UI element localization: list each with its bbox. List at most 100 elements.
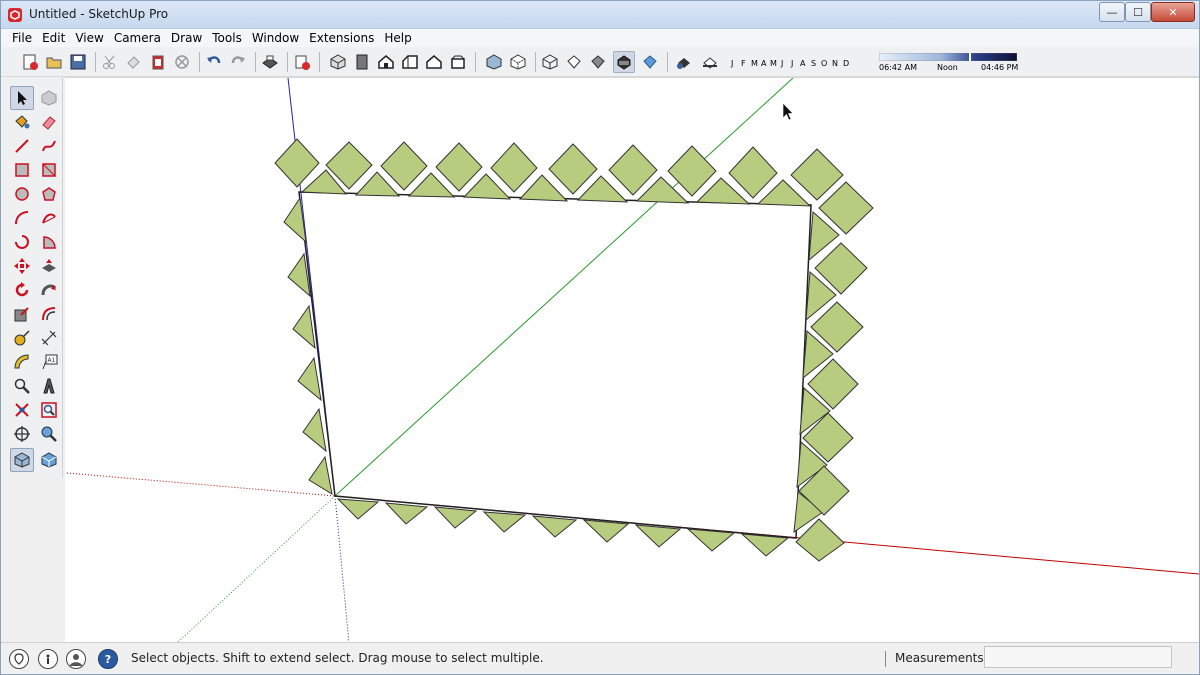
redo-button[interactable] <box>227 51 249 73</box>
menu-extensions[interactable]: Extensions <box>304 31 379 45</box>
erase-icon <box>175 55 189 69</box>
paste-button[interactable] <box>147 51 169 73</box>
maximize-button[interactable]: ☐ <box>1125 2 1151 22</box>
month-label: S <box>811 59 817 68</box>
zoom-extents-tool[interactable] <box>37 398 61 422</box>
dimension-tool[interactable] <box>37 326 61 350</box>
scale-tool[interactable] <box>10 302 34 326</box>
arc-2point-tool[interactable] <box>37 230 61 254</box>
menu-tools[interactable]: Tools <box>207 31 247 45</box>
rotate-tool[interactable] <box>10 278 34 302</box>
section-plane-tool[interactable] <box>10 448 34 472</box>
menu-window[interactable]: Window <box>247 31 304 45</box>
freehand-tool[interactable] <box>37 134 61 158</box>
menu-edit[interactable]: Edit <box>37 31 70 45</box>
left-view-button[interactable] <box>447 51 469 73</box>
front-view-button[interactable] <box>375 51 397 73</box>
frame-shapes <box>274 138 874 562</box>
sketchup-window: Untitled - SketchUp Pro — ☐ ✕ File Edit … <box>0 0 1200 675</box>
protractor-tool[interactable] <box>10 350 34 374</box>
3d-text-tool[interactable] <box>37 374 61 398</box>
line-tool[interactable] <box>10 134 34 158</box>
shaded-textures-button[interactable] <box>613 51 635 73</box>
tape-measure-tool[interactable] <box>10 326 34 350</box>
status-bar: ? Select objects. Shift to extend select… <box>1 642 1199 674</box>
geo-location-button[interactable] <box>9 649 29 669</box>
shaded-button[interactable] <box>587 51 609 73</box>
paint-bucket-tool[interactable] <box>10 110 34 134</box>
wireframe-button[interactable] <box>539 51 561 73</box>
instructor-button[interactable]: ? <box>98 649 118 669</box>
protractor-icon <box>14 354 29 369</box>
eraser-tool[interactable] <box>37 110 61 134</box>
menu-camera[interactable]: Camera <box>109 31 166 45</box>
menu-help[interactable]: Help <box>379 31 416 45</box>
triangle <box>740 533 790 557</box>
look-around-icon <box>41 426 57 442</box>
cut-button[interactable] <box>99 51 121 73</box>
back-view-button[interactable] <box>423 51 445 73</box>
drawing-viewport[interactable] <box>65 77 1199 642</box>
arc-3point-tool[interactable] <box>37 206 61 230</box>
iso-view-button[interactable] <box>327 51 349 73</box>
offset-icon <box>42 307 56 321</box>
component-icon <box>41 90 57 106</box>
measurements-label: Measurements <box>895 651 984 665</box>
menu-draw[interactable]: Draw <box>166 31 207 45</box>
undo-button[interactable] <box>203 51 225 73</box>
print-button[interactable] <box>259 51 281 73</box>
component-tool[interactable] <box>37 86 61 110</box>
credits-button[interactable] <box>38 649 58 669</box>
rectangle-tool[interactable] <box>10 158 34 182</box>
pie-tool[interactable] <box>10 230 34 254</box>
open-button[interactable] <box>43 51 65 73</box>
minimize-button[interactable]: — <box>1099 2 1125 22</box>
circle-tool[interactable] <box>10 182 34 206</box>
wireframe-icon <box>542 54 558 70</box>
close-button[interactable]: ✕ <box>1151 2 1195 22</box>
triangle <box>686 528 736 552</box>
back-edges-button[interactable] <box>507 51 529 73</box>
toolbar-separator <box>319 52 320 72</box>
push-pull-tool[interactable] <box>37 254 61 278</box>
triangle <box>336 498 380 520</box>
position-camera-tool[interactable] <box>10 422 34 446</box>
hidden-line-icon <box>567 55 581 69</box>
copy-button[interactable] <box>123 51 145 73</box>
month-label: A <box>800 59 806 68</box>
model-info-button[interactable] <box>291 51 313 73</box>
top-view-button[interactable] <box>351 51 373 73</box>
month-label: N <box>832 59 838 68</box>
sign-in-button[interactable] <box>66 649 86 669</box>
offset-tool[interactable] <box>37 302 61 326</box>
text-tool[interactable]: A1 <box>37 350 61 374</box>
move-tool[interactable] <box>10 254 34 278</box>
zoom-extents-icon <box>41 402 57 418</box>
hidden-line-button[interactable] <box>563 51 585 73</box>
shadows-button[interactable] <box>673 51 695 73</box>
menu-file[interactable]: File <box>7 31 37 45</box>
warehouse-tool[interactable] <box>37 448 61 472</box>
select-tool[interactable] <box>10 86 34 110</box>
measurements-input[interactable] <box>984 646 1172 668</box>
fog-button[interactable] <box>699 51 721 73</box>
rotated-rect-tool[interactable] <box>37 158 61 182</box>
monochrome-button[interactable] <box>639 51 661 73</box>
follow-me-tool[interactable] <box>37 278 61 302</box>
axes-tool[interactable] <box>10 374 34 398</box>
help-icon: ? <box>104 652 112 666</box>
zoom-window-tool[interactable] <box>10 398 34 422</box>
right-view-button[interactable] <box>399 51 421 73</box>
month-label: J <box>731 59 734 68</box>
polygon-tool[interactable] <box>37 182 61 206</box>
month-label: O <box>821 59 828 68</box>
erase-button[interactable] <box>171 51 193 73</box>
save-button[interactable] <box>67 51 89 73</box>
new-button[interactable] <box>19 51 41 73</box>
model-canvas[interactable] <box>65 78 1199 642</box>
menu-view[interactable]: View <box>70 31 108 45</box>
shadow-time-slider[interactable] <box>879 53 1017 61</box>
look-around-tool[interactable] <box>37 422 61 446</box>
xray-button[interactable] <box>483 51 505 73</box>
arc-tool[interactable] <box>10 206 34 230</box>
